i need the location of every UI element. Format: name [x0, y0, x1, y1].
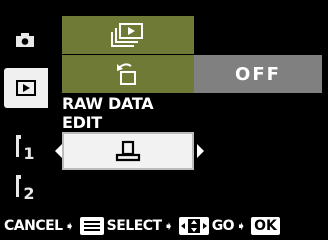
- scroll-right-arrow-icon[interactable]: [197, 144, 204, 158]
- camera-icon: [16, 33, 34, 47]
- tab-camera[interactable]: [6, 20, 44, 60]
- arrow-right-icon: ➧: [236, 219, 247, 233]
- print-icon: [115, 140, 141, 162]
- tab-playback[interactable]: [4, 68, 48, 108]
- guide-cancel-label: CANCEL: [4, 218, 63, 234]
- menu-item-rotate[interactable]: [62, 55, 194, 93]
- guide-go-label: GO: [211, 218, 235, 234]
- setup-1-label: 1: [15, 133, 35, 161]
- menu-item-slideshow[interactable]: [62, 16, 194, 54]
- tab-setup-2[interactable]: 2: [6, 166, 44, 206]
- menu-item-print[interactable]: [62, 132, 194, 170]
- tab-setup-1[interactable]: 1: [6, 126, 44, 166]
- rotate-icon: [117, 63, 136, 85]
- menu-button-icon: [79, 217, 104, 235]
- scroll-left-arrow-icon[interactable]: [55, 144, 62, 158]
- dpad-icon: [178, 217, 209, 235]
- guide-select-label: SELECT: [106, 218, 162, 234]
- camera-menu-screen: 1 2 OFF RAW DATA EDIT CANCEL ➧ SELECT ➧ …: [0, 0, 328, 240]
- arrow-right-icon: ➧: [64, 219, 75, 233]
- menu-item-raw-data-edit[interactable]: RAW DATA EDIT: [62, 94, 194, 132]
- rotate-value: OFF: [194, 55, 322, 93]
- rotate-value-text: OFF: [235, 63, 281, 85]
- setup-2-label: 2: [15, 173, 35, 201]
- menu-tabs: 1 2: [0, 0, 50, 212]
- raw-data-edit-label: RAW DATA EDIT: [62, 94, 154, 132]
- slideshow-icon: [111, 23, 143, 47]
- button-guide-bar: CANCEL ➧ SELECT ➧ GO ➧ OK: [0, 212, 328, 240]
- arrow-right-icon: ➧: [163, 219, 174, 233]
- playback-icon: [16, 80, 36, 96]
- ok-button-icon: OK: [251, 217, 280, 235]
